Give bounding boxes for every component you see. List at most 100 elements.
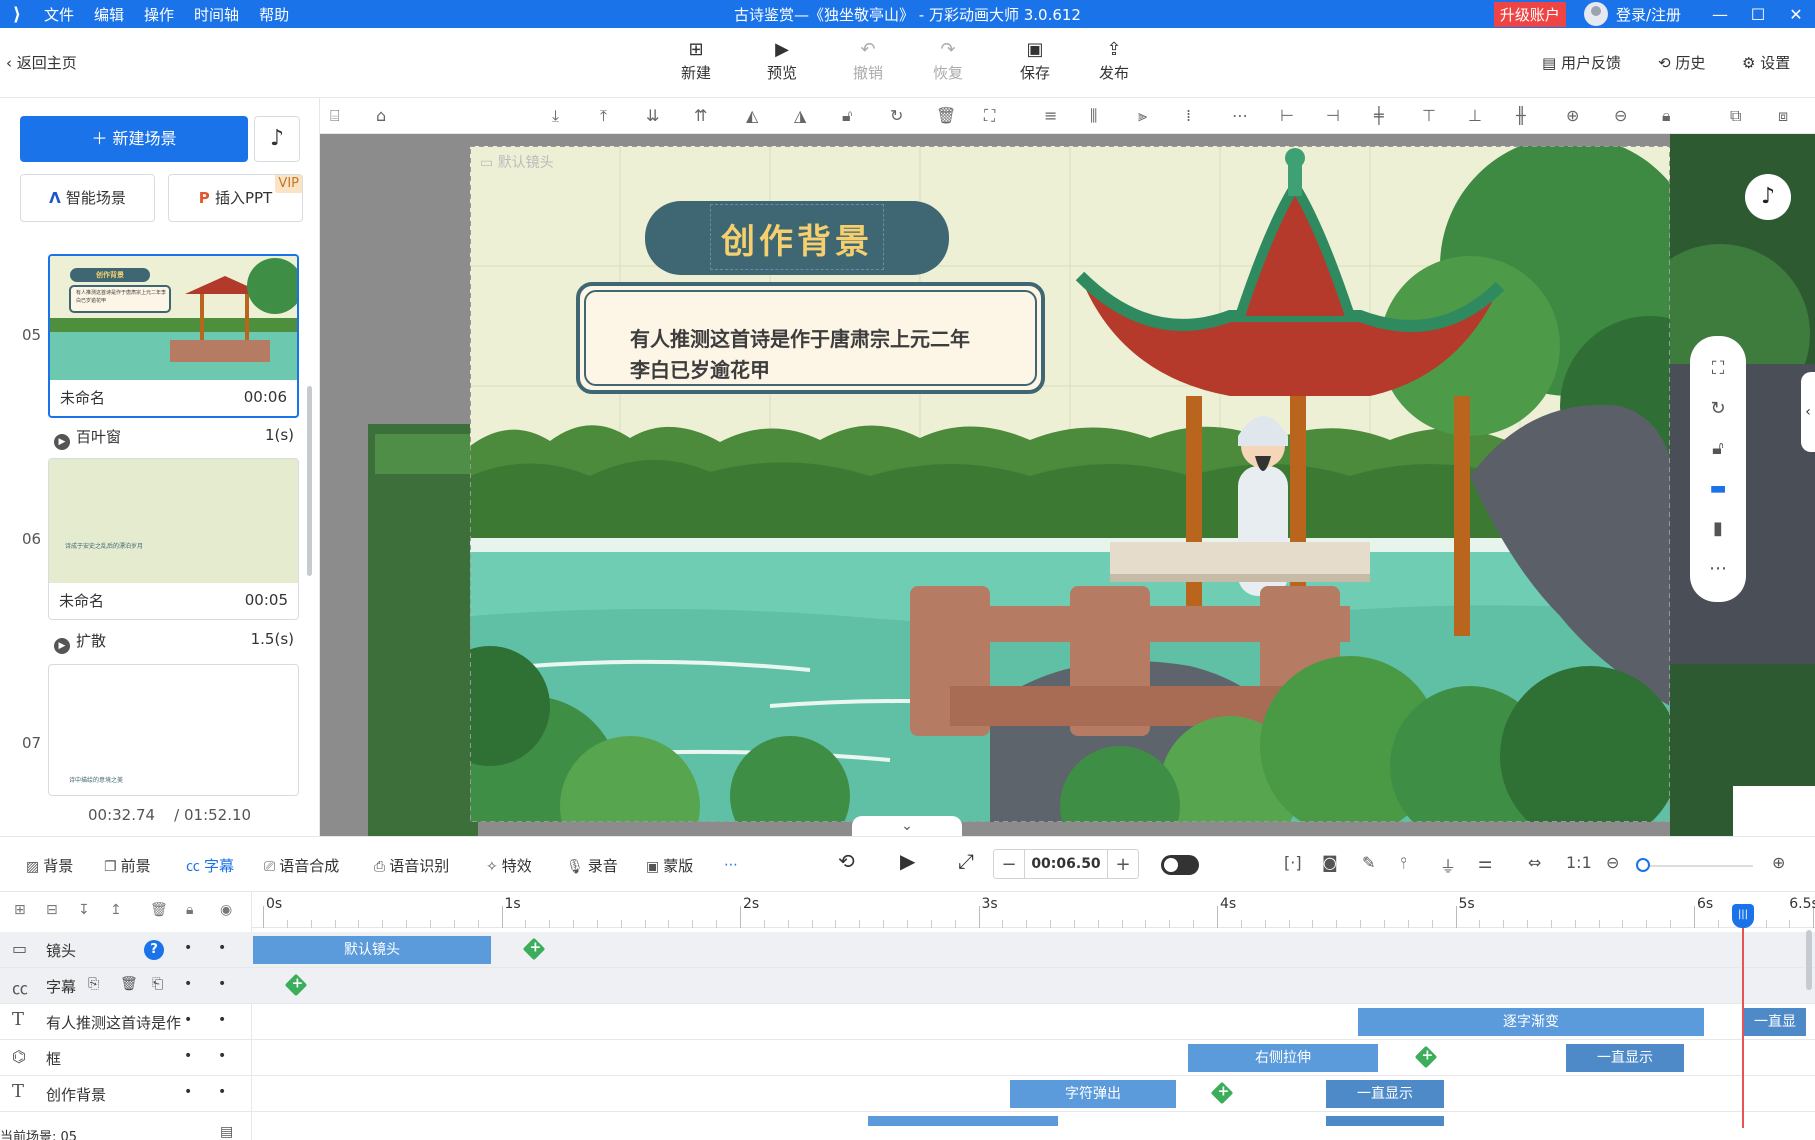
landscape-icon[interactable]: ▬	[1690, 478, 1746, 499]
music-icon[interactable]: ♪	[1745, 174, 1791, 220]
scene-card-05[interactable]: 创作背景 有人推测这首诗是作于唐肃宗上元二年李白已岁逾花甲 未命名 00:06	[48, 254, 299, 418]
playhead-line[interactable]	[1742, 906, 1744, 1128]
animation-clip[interactable]: 右侧拉伸	[1188, 1044, 1378, 1072]
align-hcenter-icon[interactable]: ╪	[1374, 106, 1384, 125]
tab-asr[interactable]: ⎙ 语音识别	[374, 855, 449, 876]
scene-card-07[interactable]: 诗中描绘的意境之美	[48, 664, 299, 796]
format-brush-icon[interactable]: ⌸	[330, 106, 340, 126]
home-icon[interactable]: ⌂	[376, 106, 386, 125]
split-icon[interactable]: ⫯	[1400, 853, 1407, 873]
tab-record[interactable]: 🎙︎ 录音	[566, 855, 618, 876]
canvas-area[interactable]: ▭ 默认镜头 创作背景 有人推测这首诗是作于唐肃宗上元二年 李白已岁逾花甲 ♪ …	[320, 134, 1815, 836]
align-bottom-icon[interactable]: ⊥	[1468, 106, 1482, 125]
fit-icon[interactable]: ⛶	[984, 106, 995, 126]
move-down-icon[interactable]: ↧	[78, 902, 90, 918]
caption-text[interactable]: 有人推测这首诗是作于唐肃宗上元二年 李白已岁逾花甲	[630, 324, 970, 386]
align-left-icon[interactable]: ⊢	[1280, 106, 1294, 125]
tab-mask[interactable]: ▣ 蒙版	[646, 855, 693, 876]
delete-icon[interactable]: 🗑︎	[150, 902, 168, 918]
scene-stage[interactable]: ▭ 默认镜头 创作背景 有人推测这首诗是作于唐肃宗上元二年 李白已岁逾花甲	[470, 146, 1670, 822]
move-up-icon[interactable]: ⇈	[694, 106, 707, 125]
move-up-icon[interactable]: ↥	[110, 902, 122, 918]
rotate-icon[interactable]: ↻	[890, 106, 903, 125]
spacing-h-icon[interactable]: ⁞	[1186, 106, 1191, 125]
insert-ppt-button[interactable]: P 插入PPT VIP	[168, 174, 303, 222]
history-button[interactable]: ⟲ 历史	[1658, 52, 1705, 73]
title-banner[interactable]: 创作背景	[645, 201, 949, 275]
collapse-right-panel-icon[interactable]: ‹	[1801, 372, 1815, 452]
help-icon[interactable]: ?	[144, 939, 164, 960]
back-home-button[interactable]: ‹ 返回主页	[6, 52, 77, 73]
bring-bottom-icon[interactable]: ⤓	[552, 106, 559, 126]
lock-dot[interactable]: •	[218, 940, 226, 956]
add-keyframe-icon[interactable]	[284, 973, 308, 997]
track-row-subtitle[interactable]: ㏄ 字幕 ⎘ 🗑︎ ⎗ • •	[0, 968, 1815, 1004]
scrollbar[interactable]	[307, 386, 312, 576]
time-stepper[interactable]: − 00:06.50 +	[993, 849, 1139, 879]
menu-operate[interactable]: 操作	[134, 4, 184, 25]
publish-button[interactable]: ⇪ 发布	[1084, 38, 1144, 83]
menu-timeline[interactable]: 时间轴	[184, 4, 249, 25]
transition-05[interactable]: ▶ 百叶窗 1(s)	[54, 426, 294, 450]
transition-06[interactable]: ▶ 扩散 1.5(s)	[54, 630, 294, 654]
visibility-dot[interactable]: •	[184, 1084, 192, 1100]
zoom-out-icon[interactable]: ⊖	[1614, 106, 1627, 125]
toggle-switch[interactable]	[1161, 855, 1199, 875]
eye-icon[interactable]: ◉	[220, 902, 232, 918]
tab-effects[interactable]: ✧ 特效	[486, 855, 532, 876]
open-folder-icon[interactable]: ⊟	[46, 902, 58, 918]
zoom-in-icon[interactable]: ⊕	[1772, 853, 1785, 872]
delete-icon[interactable]: 🗑︎	[936, 106, 956, 125]
music-icon[interactable]: ♪	[254, 116, 300, 162]
zoom-out-icon[interactable]: ⊖	[1606, 853, 1619, 872]
visibility-dot[interactable]: •	[184, 976, 192, 992]
camera-snapshot-icon[interactable]: ◙	[1322, 853, 1338, 872]
copy-icon[interactable]: ⧉	[1730, 106, 1741, 126]
visibility-dot[interactable]: •	[184, 940, 192, 956]
login-link[interactable]: 登录/注册	[1616, 4, 1681, 25]
redo-button[interactable]: ↷ 恢复	[918, 38, 978, 83]
fit-width-icon[interactable]: ⇔	[1528, 853, 1541, 872]
partial-clip[interactable]	[1326, 1116, 1444, 1126]
play-icon[interactable]: ▶	[900, 849, 915, 873]
align-vcenter-icon[interactable]: ╫	[1516, 106, 1526, 125]
fullscreen-icon[interactable]: ⛶	[1690, 358, 1746, 379]
upgrade-button[interactable]: 升级账户	[1493, 1, 1566, 27]
scene-card-06[interactable]: 诗成于安史之乱后的漂泊岁月 未命名 00:05	[48, 458, 299, 620]
track-row-caption-text[interactable]: T 有人推测这首诗是作 • • 逐字渐变 一直显	[0, 1004, 1815, 1040]
minimize-icon[interactable]: —	[1701, 5, 1739, 24]
title-text[interactable]: 创作背景	[645, 214, 949, 263]
replay-icon[interactable]: ⟲	[838, 849, 855, 873]
smart-scene-button[interactable]: Λ 智能场景	[20, 174, 155, 222]
add-keyframe-icon[interactable]	[1414, 1045, 1438, 1069]
text-frame[interactable]: 有人推测这首诗是作于唐肃宗上元二年 李白已岁逾花甲	[576, 282, 1045, 394]
track-row-camera[interactable]: ▭ 镜头 ? • • 默认镜头	[0, 932, 1815, 968]
decrease-time-icon[interactable]: −	[994, 854, 1024, 875]
timeline-ruler[interactable]	[252, 892, 1815, 928]
animation-clip[interactable]: 一直显	[1744, 1008, 1806, 1036]
bring-top-icon[interactable]: ⤒	[600, 106, 607, 126]
add-keyframe-icon[interactable]	[1210, 1081, 1234, 1105]
edit-icon[interactable]: ✎	[1362, 853, 1375, 872]
distribute-h-icon[interactable]: ⫼	[1090, 106, 1097, 126]
zoom-slider-handle[interactable]	[1636, 858, 1650, 872]
rotate-icon[interactable]: ↻	[1690, 398, 1746, 419]
maximize-icon[interactable]: ☐	[1739, 5, 1777, 24]
zoom-in-icon[interactable]: ⊕	[1566, 106, 1579, 125]
close-icon[interactable]: ✕	[1777, 5, 1815, 24]
new-scene-button[interactable]: ＋ 新建场景	[20, 116, 248, 162]
distribute-v-icon[interactable]: ⫸	[1138, 106, 1147, 126]
align-top-icon[interactable]: ⊤	[1422, 106, 1436, 125]
menu-file[interactable]: 文件	[34, 4, 84, 25]
ratio-icon[interactable]: 1:1	[1566, 853, 1592, 872]
filter-icon[interactable]: ⏚	[1440, 853, 1456, 877]
time-value[interactable]: 00:06.50	[1024, 850, 1108, 878]
undo-button[interactable]: ↶ 撤销	[838, 38, 898, 83]
animation-clip[interactable]: 一直显示	[1326, 1080, 1444, 1108]
save-button[interactable]: ▣ 保存	[1005, 38, 1065, 83]
settings-button[interactable]: ⚙ 设置	[1742, 52, 1790, 73]
track-row-title-text[interactable]: T 创作背景 • • 字符弹出 一直显示	[0, 1076, 1815, 1112]
animation-clip[interactable]: 字符弹出	[1010, 1080, 1176, 1108]
lock-dot[interactable]: •	[218, 976, 226, 992]
menu-edit[interactable]: 编辑	[84, 4, 134, 25]
